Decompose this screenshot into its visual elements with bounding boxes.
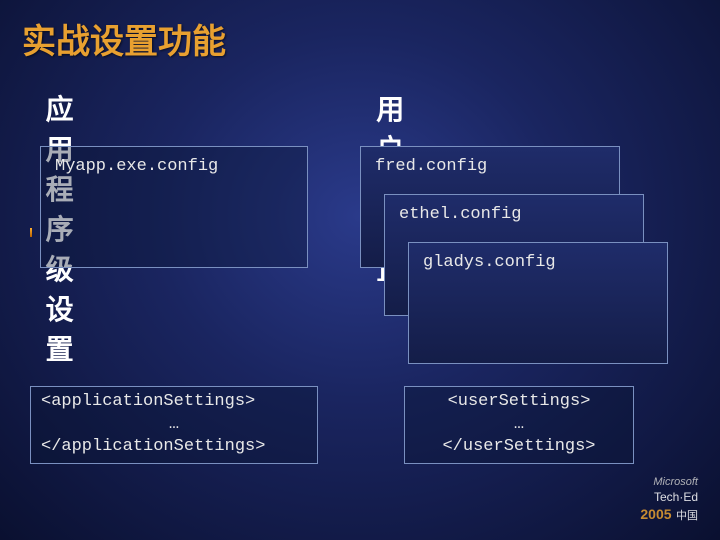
xml-ellipsis: … [514, 414, 524, 437]
app-settings-xml: <applicationSettings> … </applicationSet… [30, 386, 318, 464]
user-config-filename-1: fred.config [375, 157, 487, 176]
brand-region: 中国 [676, 510, 698, 522]
brand-year: 2005 [640, 506, 671, 522]
app-config-filename: Myapp.exe.config [55, 157, 218, 176]
xml-close-tag: </userSettings> [442, 436, 595, 459]
footer-logo: Microsoft Tech·Ed 2005 中国 [640, 476, 698, 524]
slide-title: 实战设置功能 [22, 14, 226, 63]
user-config-filename-2: ethel.config [399, 205, 521, 224]
brand-name: Tech·Ed [654, 490, 698, 504]
app-config-box: Myapp.exe.config [40, 146, 308, 268]
bullet-icon [30, 228, 32, 237]
xml-close-tag: </applicationSettings> [41, 436, 307, 459]
xml-open-tag: <applicationSettings> [41, 391, 307, 414]
user-settings-xml: <userSettings> … </userSettings> [404, 386, 634, 464]
xml-ellipsis: … [41, 414, 307, 437]
brand-small: Microsoft [640, 476, 698, 488]
user-config-filename-3: gladys.config [423, 253, 556, 272]
xml-open-tag: <userSettings> [448, 391, 591, 414]
user-config-box-3: gladys.config [408, 242, 668, 364]
